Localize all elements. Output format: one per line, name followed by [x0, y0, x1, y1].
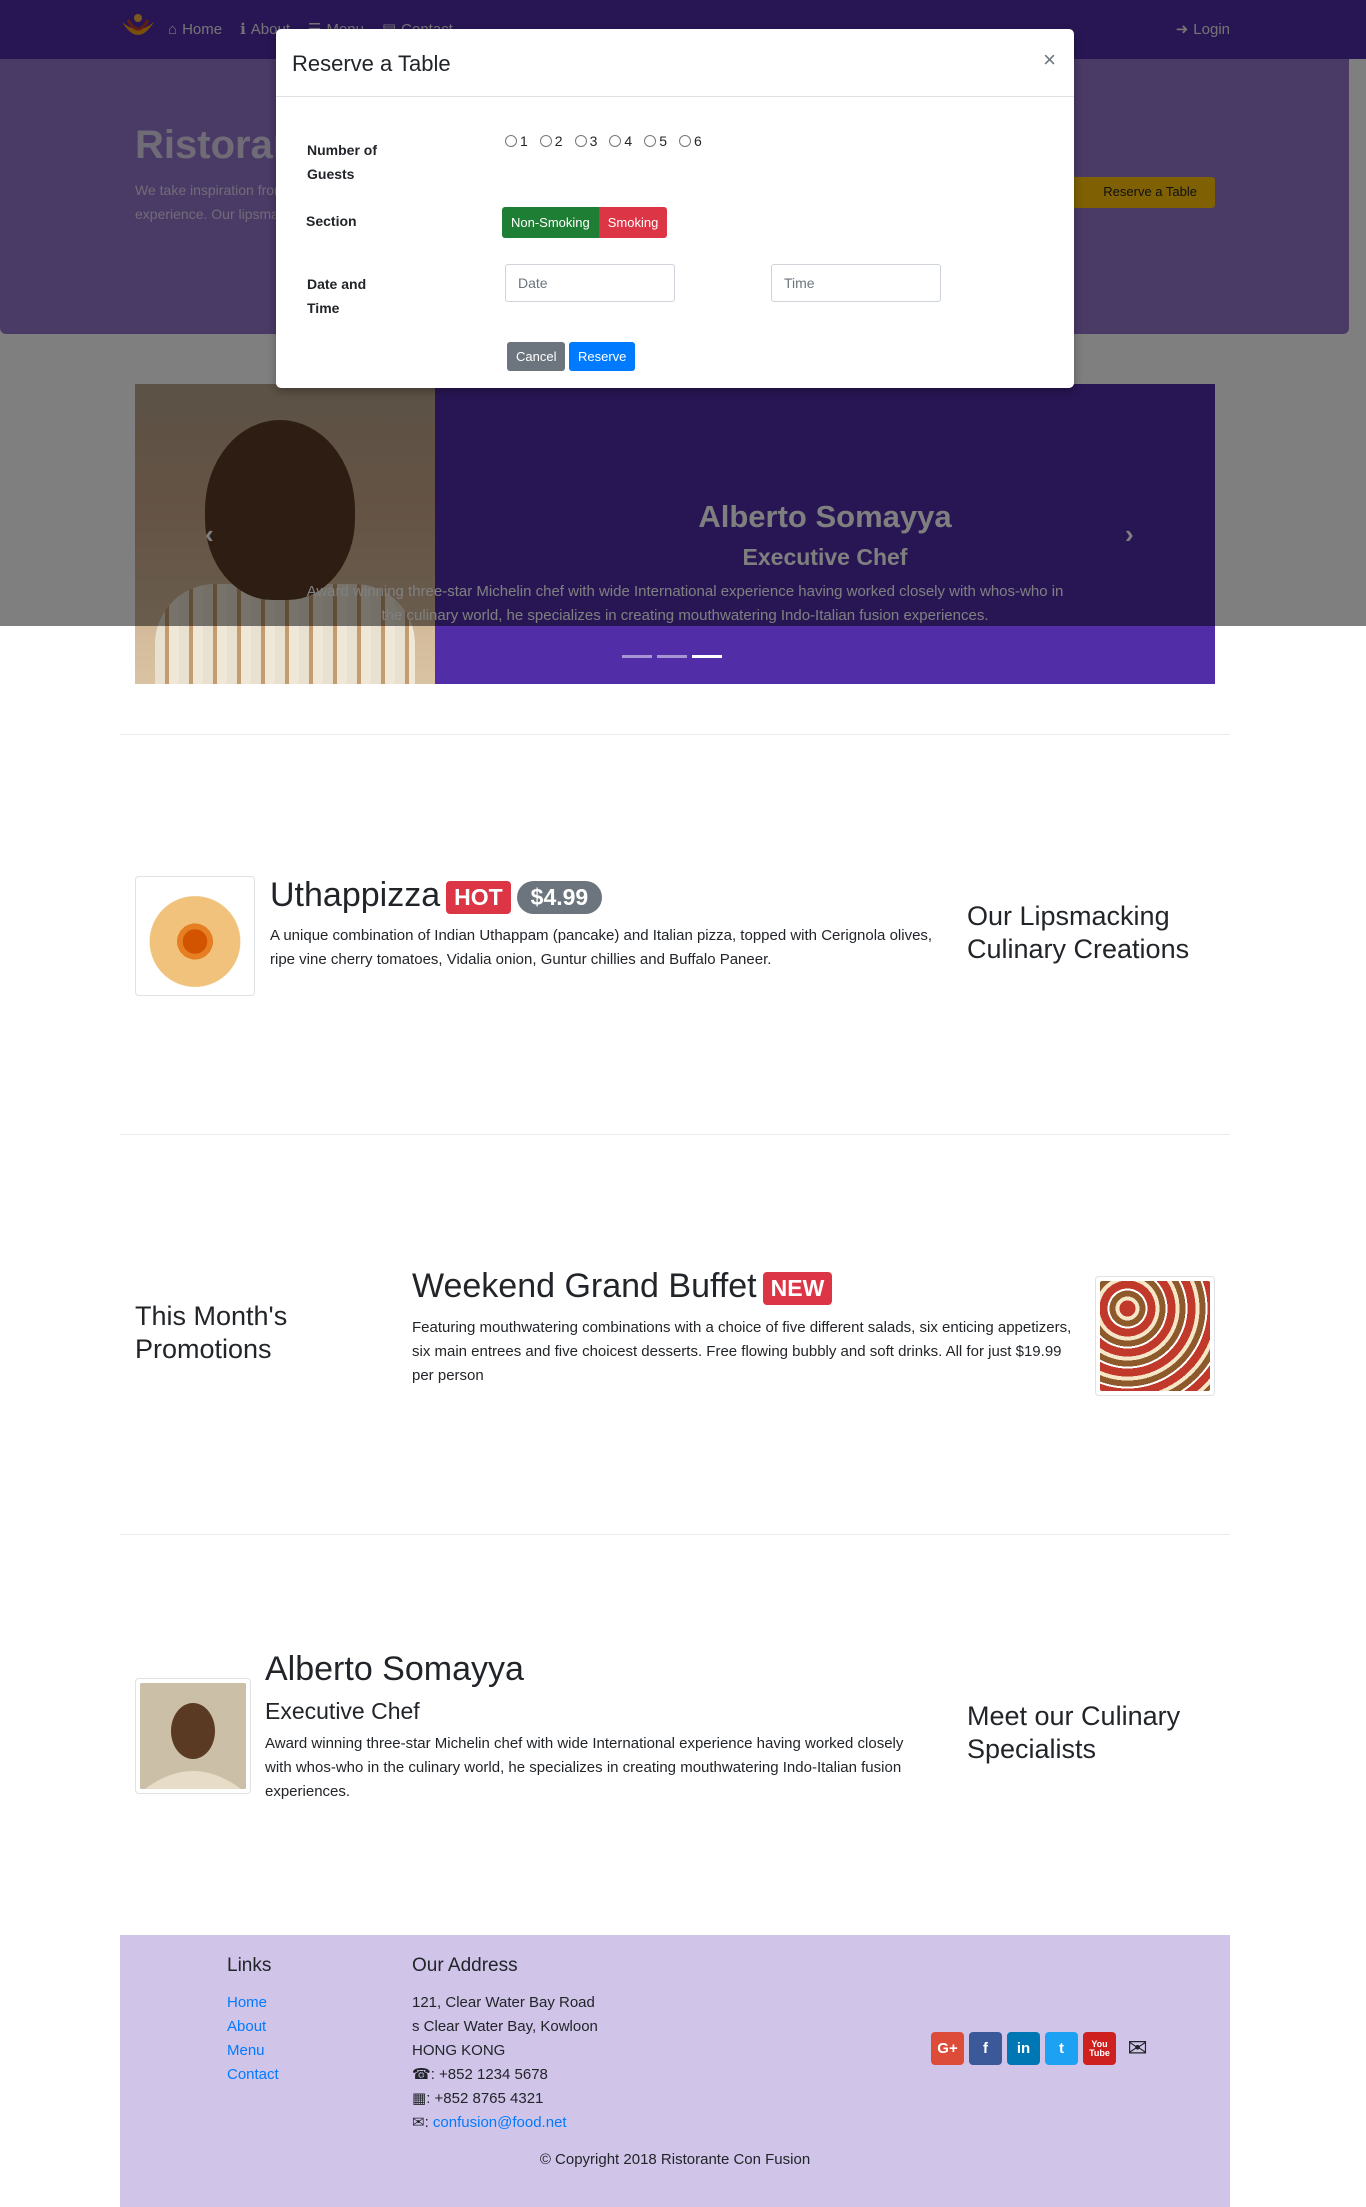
address-block: 121, Clear Water Bay Road s Clear Water …: [412, 1991, 598, 2135]
guests-option-2[interactable]: 2: [539, 133, 563, 149]
email-line: ✉: confusion@food.net: [412, 2114, 567, 2131]
modal-title: Reserve a Table: [292, 51, 451, 76]
address-line: s Clear Water Bay, Kowloon: [412, 2018, 598, 2035]
section-label: Section: [306, 213, 357, 229]
time-input[interactable]: Time: [771, 264, 941, 302]
footer: Links Home About Menu Contact Our Addres…: [120, 1935, 1230, 2207]
guests-label: Number of Guests: [307, 142, 377, 182]
datetime-label: Date and Time: [307, 276, 367, 316]
modal-header: Reserve a Table ×: [276, 29, 1074, 97]
footer-link-about[interactable]: About: [227, 2015, 279, 2039]
promotion-title: Weekend Grand Buffet NEW: [412, 1267, 833, 1306]
leader-description: Award winning three-star Michelin chef w…: [265, 1735, 904, 1800]
social-links: G+ f in t You Tube ✉: [931, 2032, 1154, 2065]
hot-badge: HOT: [446, 880, 511, 914]
promotions-section-title: This Month's Promotions: [135, 1301, 288, 1364]
footer-link-menu[interactable]: Menu: [227, 2039, 279, 2063]
fax-line: ▦: +852 8765 4321: [412, 2090, 544, 2107]
dish-title: Uthappizza HOT $4.99: [270, 876, 603, 915]
radio-icon: [644, 135, 657, 147]
non-smoking-button[interactable]: Non-Smoking: [502, 207, 599, 238]
fax-icon: ▦: [412, 2090, 427, 2107]
divider: [120, 734, 1230, 735]
footer-link-contact[interactable]: Contact: [227, 2063, 279, 2087]
divider: [120, 1134, 1230, 1135]
guests-option-6[interactable]: 6: [678, 133, 702, 149]
linkedin-icon[interactable]: in: [1007, 2032, 1040, 2065]
phone-line: ☎: +852 1234 5678: [412, 2066, 548, 2083]
facebook-icon[interactable]: f: [969, 2032, 1002, 2065]
radio-icon: [539, 135, 552, 147]
carousel-indicator[interactable]: [657, 655, 687, 658]
radio-icon: [505, 135, 517, 147]
guests-radio-group: 1 2 3 4 5 6: [505, 133, 702, 149]
twitter-icon[interactable]: t: [1045, 2032, 1078, 2065]
address-line: 121, Clear Water Bay Road: [412, 1994, 595, 2011]
footer-links: Home About Menu Contact: [227, 1991, 279, 2087]
leader-name: Alberto Somayya: [265, 1650, 524, 1688]
smoking-button[interactable]: Smoking: [598, 207, 668, 238]
guests-option-3[interactable]: 3: [574, 133, 597, 149]
promotion-description: Featuring mouthwatering combinations wit…: [412, 1319, 1072, 1384]
copyright: © Copyright 2018 Ristorante Con Fusion: [539, 2151, 811, 2168]
reserve-modal: Reserve a Table × Number of Guests 1 2 3…: [276, 29, 1074, 388]
guests-option-5[interactable]: 5: [644, 133, 667, 149]
guests-option-4[interactable]: 4: [609, 133, 632, 149]
leaders-section-title: Meet our Culinary Specialists: [967, 1701, 1181, 1764]
carousel-indicators: [622, 655, 722, 658]
address-line: HONG KONG: [412, 2042, 506, 2059]
radio-icon: [609, 135, 622, 147]
dish-name: Uthappizza: [270, 876, 441, 914]
chef-avatar: [140, 1683, 246, 1789]
reserve-button[interactable]: Reserve: [569, 342, 636, 371]
radio-icon: [678, 135, 691, 147]
promotion-name: Weekend Grand Buffet: [412, 1267, 757, 1305]
cancel-button[interactable]: Cancel: [507, 342, 566, 371]
youtube-icon[interactable]: You Tube: [1083, 2032, 1116, 2065]
new-badge: NEW: [762, 1271, 833, 1305]
close-icon[interactable]: ×: [1043, 47, 1056, 73]
leader-image: [135, 1678, 251, 1794]
mail-icon[interactable]: ✉: [1121, 2032, 1154, 2065]
phone-icon: ☎: [412, 2066, 431, 2083]
promotion-image: [1095, 1276, 1215, 1396]
guests-option-1[interactable]: 1: [505, 133, 528, 149]
dishes-section-title: Our Lipsmacking Culinary Creations: [967, 901, 1190, 964]
section-toggle: Non-Smoking Smoking: [502, 207, 668, 238]
divider: [120, 1534, 1230, 1535]
price-badge: $4.99: [516, 880, 603, 914]
radio-icon: [574, 135, 587, 147]
footer-link-home[interactable]: Home: [227, 1991, 279, 2015]
date-input[interactable]: Date: [505, 264, 675, 302]
carousel-indicator-active[interactable]: [692, 655, 722, 658]
dish-description: A unique combination of Indian Uthappam …: [270, 927, 933, 968]
address-title: Our Address: [412, 1955, 518, 1976]
email-link[interactable]: confusion@food.net: [433, 2114, 567, 2131]
leader-role: Executive Chef: [265, 1698, 420, 1724]
envelope-icon: ✉: [412, 2114, 425, 2131]
google-plus-icon[interactable]: G+: [931, 2032, 964, 2065]
dish-image: [135, 876, 255, 996]
carousel-indicator[interactable]: [622, 655, 652, 658]
links-title: Links: [227, 1955, 272, 1976]
